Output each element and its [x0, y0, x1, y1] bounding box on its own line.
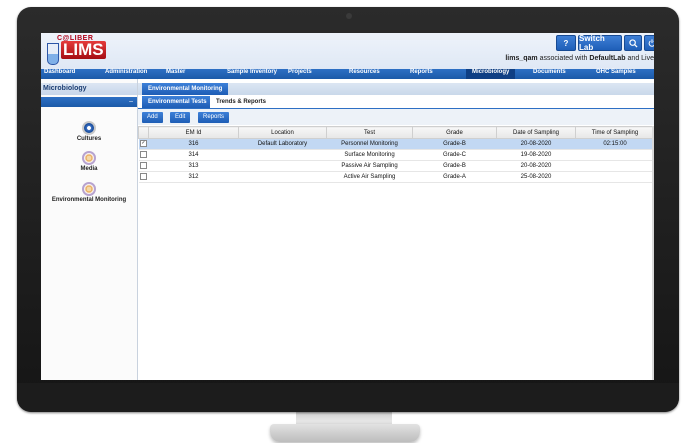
column-header-select — [138, 126, 149, 139]
column-header-time[interactable]: Time of Sampling — [575, 126, 654, 139]
main-content: Environmental Monitoring Environmental T… — [138, 79, 654, 380]
lims-logo[interactable]: C@LIBER LIMS — [43, 35, 106, 67]
row-checkbox[interactable] — [140, 173, 147, 181]
user-session-info: lims_qam associated with DefaultLab and … — [505, 55, 654, 62]
mode-text: and Live — [627, 55, 654, 62]
cell-location: Default Laboratory — [238, 138, 327, 150]
collapse-icon[interactable]: – — [129, 97, 133, 106]
tab-strip: Environmental Monitoring — [138, 83, 654, 95]
cell-location — [238, 160, 327, 172]
switch-lab-button[interactable]: Switch Lab — [578, 34, 622, 52]
sidebar-item-cultures[interactable]: Cultures — [41, 121, 137, 142]
nav-item-projects[interactable]: Projects — [288, 69, 312, 79]
cell-date: 20-08-2020 — [496, 160, 576, 172]
cell-test: Surface Monitoring — [326, 149, 413, 161]
cell-em-id: 312 — [148, 171, 239, 183]
nav-item-dashboard[interactable]: Dashboard — [44, 69, 75, 79]
subtab-environmental-tests[interactable]: Environmental Tests — [142, 96, 213, 108]
sidebar-item-label: Environmental Monitoring — [51, 197, 127, 203]
row-checkbox[interactable] — [140, 151, 147, 159]
nav-item-master[interactable]: Master — [166, 69, 185, 79]
cell-test: Personnel Monitoring — [326, 138, 413, 150]
lab-name: DefaultLab — [589, 55, 626, 62]
cell-date: 20-08-2020 — [496, 138, 576, 150]
cell-grade: Grade-C — [412, 149, 497, 161]
cell-em-id: 313 — [148, 160, 239, 172]
column-header-date[interactable]: Date of Sampling — [496, 126, 576, 139]
table-row[interactable]: 314 Surface Monitoring Grade-C 19-08-202… — [138, 149, 654, 161]
test-tube-icon — [47, 43, 59, 65]
add-button[interactable]: Add — [142, 112, 163, 123]
nav-item-administration[interactable]: Administration — [105, 69, 147, 79]
cell-grade: Grade-B — [412, 160, 497, 172]
cell-time — [575, 160, 654, 172]
subtab-trends-reports[interactable]: Trends & Reports — [210, 96, 273, 108]
monitor-chin — [17, 383, 679, 412]
column-header-location[interactable]: Location — [238, 126, 327, 139]
grid-toolbar: Add Edit Reports — [138, 109, 654, 125]
tab-environmental-monitoring[interactable]: Environmental Monitoring — [142, 83, 229, 95]
nav-item-microbiology[interactable]: Microbiology — [466, 69, 516, 79]
monitor-stand-base — [270, 424, 420, 442]
main-navigation: Dashboard Administration Master Sample I… — [41, 69, 654, 79]
cell-time — [575, 149, 654, 161]
cell-date: 19-08-2020 — [496, 149, 576, 161]
nav-item-sample-inventory[interactable]: Sample Inventory — [227, 69, 277, 79]
help-button[interactable]: ? — [556, 35, 576, 51]
row-checkbox[interactable] — [140, 162, 147, 170]
search-icon — [628, 38, 638, 48]
search-button[interactable] — [624, 35, 642, 51]
nav-item-reports[interactable]: Reports — [410, 69, 433, 79]
cell-date: 25-08-2020 — [496, 171, 576, 183]
nav-item-documents[interactable]: Documents — [533, 69, 566, 79]
sidebar-item-label: Cultures — [76, 136, 102, 142]
environmental-tests-table: EM Id Location Test Grade Date of Sampli… — [138, 126, 654, 183]
cultures-icon — [82, 121, 96, 135]
media-icon — [82, 151, 96, 165]
cell-grade: Grade-A — [412, 171, 497, 183]
environmental-monitoring-icon — [82, 182, 96, 196]
table-scrollbar[interactable] — [652, 126, 654, 380]
row-checkbox[interactable]: ✓ — [140, 140, 147, 148]
power-icon — [648, 39, 654, 47]
logo-lims-text: LIMS — [61, 40, 106, 59]
edit-button[interactable]: Edit — [170, 112, 191, 123]
table-row[interactable]: ✓ 316 Default Laboratory Personnel Monit… — [138, 138, 654, 150]
module-sidebar: Microbiology – Cultures Media Environmen… — [41, 79, 138, 380]
sidebar-toolbar: – — [41, 97, 137, 107]
table-header-row: EM Id Location Test Grade Date of Sampli… — [138, 126, 654, 139]
sidebar-item-label: Media — [80, 166, 98, 172]
cell-location — [238, 171, 327, 183]
associated-text: associated with — [539, 55, 588, 62]
column-header-em-id[interactable]: EM Id — [148, 126, 239, 139]
cell-time: 02:15:00 — [575, 138, 654, 150]
user-name: lims_qam — [505, 55, 538, 62]
sidebar-title: Microbiology — [41, 83, 137, 95]
column-header-grade[interactable]: Grade — [412, 126, 497, 139]
nav-item-ohc-samples[interactable]: OHC Samples — [596, 69, 636, 79]
cell-em-id: 314 — [148, 149, 239, 161]
app-screen: C@LIBER LIMS ? Switch Lab lims_qam assoc… — [41, 33, 654, 380]
table-row[interactable]: 313 Passive Air Sampling Grade-B 20-08-2… — [138, 160, 654, 172]
cell-location — [238, 149, 327, 161]
sidebar-item-media[interactable]: Media — [41, 151, 137, 172]
table-row[interactable]: 312 Active Air Sampling Grade-A 25-08-20… — [138, 171, 654, 183]
cell-test: Passive Air Sampling — [326, 160, 413, 172]
cell-time — [575, 171, 654, 183]
webcam-icon — [346, 13, 352, 19]
power-button[interactable] — [644, 35, 654, 51]
cell-grade: Grade-B — [412, 138, 497, 150]
cell-test: Active Air Sampling — [326, 171, 413, 183]
column-header-test[interactable]: Test — [326, 126, 413, 139]
nav-item-resources[interactable]: Resources — [349, 69, 380, 79]
app-header: C@LIBER LIMS ? Switch Lab lims_qam assoc… — [41, 33, 654, 69]
subtab-strip: Environmental Tests Trends & Reports — [138, 96, 654, 109]
reports-button[interactable]: Reports — [198, 112, 230, 123]
cell-em-id: 316 — [148, 138, 239, 150]
sidebar-item-environmental-monitoring[interactable]: Environmental Monitoring — [41, 182, 137, 203]
